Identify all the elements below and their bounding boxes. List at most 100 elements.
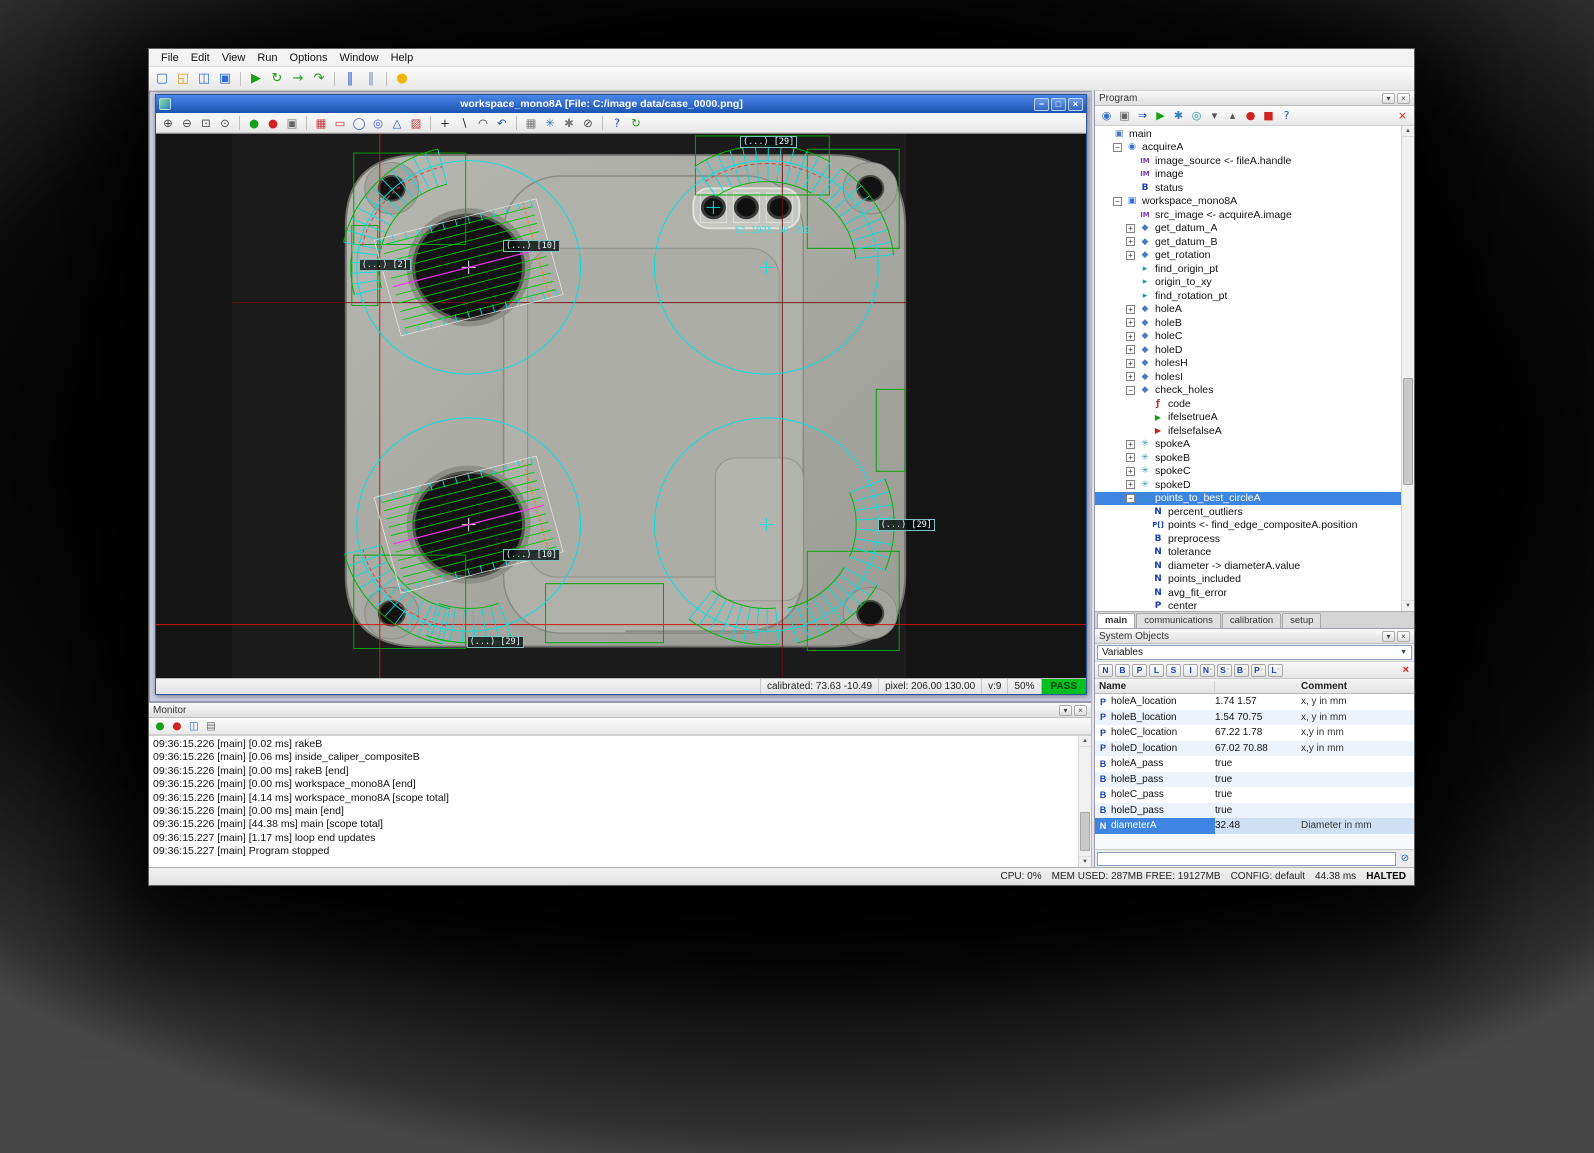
tree-item-spoked[interactable]: +✳spokeD [1095,478,1401,492]
new-icon[interactable]: ▢ [153,70,171,88]
camera-icon[interactable]: ▣ [284,115,300,131]
tree-item-main[interactable]: −▣main [1095,127,1401,141]
menu-file[interactable]: File [155,51,185,65]
menu-help[interactable]: Help [385,51,420,65]
minimize-button[interactable]: − [1034,98,1049,111]
tree-item-holesi[interactable]: +◆holesI [1095,370,1401,384]
tree-item-holeb[interactable]: +◆holeB [1095,316,1401,330]
variable-row-holeA_location[interactable]: PholeA_location1.74 1.57x, y in mm [1095,694,1414,710]
menu-options[interactable]: Options [284,51,334,65]
expand-icon[interactable]: + [1126,359,1135,368]
tree-item-holec[interactable]: +◆holeC [1095,330,1401,344]
variable-filter-input[interactable] [1097,852,1396,866]
run-program-icon[interactable]: ▶ [1153,108,1168,123]
filter-n[interactable]: N [1098,664,1113,677]
filter-b-array[interactable]: B▫ [1234,664,1249,677]
scroll-down-button[interactable]: ▼ [1079,856,1091,867]
variable-row-holeD_location[interactable]: PholeD_location67.02 70.88x,y in mm [1095,741,1414,757]
tree-item-get_datum_a[interactable]: +◆get_datum_A [1095,222,1401,236]
help-icon[interactable]: ? [1279,108,1294,123]
gear-icon[interactable]: ✱ [1171,108,1186,123]
expand-icon[interactable]: + [1126,467,1135,476]
filter-l-array[interactable]: L▫ [1268,664,1283,677]
tree-item-preprocess[interactable]: −Bpreprocess [1095,532,1401,546]
tree-item-points_included[interactable]: −Npoints_included [1095,573,1401,587]
filter-l[interactable]: L [1149,664,1164,677]
tree-item-find_rotation_pt[interactable]: −▸find_rotation_pt [1095,289,1401,303]
pause-icon[interactable]: ‖ [341,70,359,88]
breakpoint-icon[interactable]: ● [1243,108,1258,123]
menu-window[interactable]: Window [333,51,384,65]
tree-item-spokec[interactable]: +✳spokeC [1095,465,1401,479]
open-icon[interactable]: ◱ [174,70,192,88]
tree-item-center[interactable]: −Pcenter [1095,600,1401,612]
instruction-icon[interactable]: ◉ [1099,108,1114,123]
scrollbar-thumb[interactable] [1403,378,1413,485]
expand-icon[interactable]: + [1126,237,1135,246]
variable-row-holeC_pass[interactable]: BholeC_passtrue [1095,787,1414,803]
tree-item-holesh[interactable]: +◆holesH [1095,357,1401,371]
menu-run[interactable]: Run [251,51,283,65]
expand-icon[interactable]: + [1126,440,1135,449]
process-icon[interactable]: ✱ [561,115,577,131]
grid-icon[interactable]: ▦ [523,115,539,131]
save-icon[interactable]: ◫ [195,70,213,88]
column-comment[interactable]: Comment [1297,681,1414,692]
zoom-actual-icon[interactable]: ⊙ [217,115,233,131]
flow-icon[interactable]: ⇒ [1135,108,1150,123]
close-panel-button[interactable]: × [1397,93,1410,104]
tree-item-spokea[interactable]: +✳spokeA [1095,438,1401,452]
watch-icon[interactable]: ◎ [1189,108,1204,123]
tree-item-workspace_mono8a[interactable]: −▣workspace_mono8A [1095,195,1401,209]
info-icon[interactable]: ? [609,115,625,131]
vertical-scrollbar[interactable]: ▲ ▼ [1078,736,1091,867]
expand-icon[interactable]: + [1126,372,1135,381]
menu-edit[interactable]: Edit [185,51,216,65]
roi-new-icon[interactable]: ▦ [313,115,329,131]
tree-item-image_source[interactable]: −IMimage_source <- fileA.handle [1095,154,1401,168]
clear-filters-button[interactable]: × [1401,664,1411,676]
tree-item-ifelsetruea[interactable]: −▶ifelsetrueA [1095,411,1401,425]
zoom-fit-icon[interactable]: ⊡ [198,115,214,131]
run-loop-icon[interactable]: ↻ [268,70,286,88]
tab-setup[interactable]: setup [1282,613,1321,628]
run-icon[interactable]: ▶ [247,70,265,88]
scrollbar-thumb[interactable] [1080,812,1090,851]
roi-polygon-icon[interactable]: △ [389,115,405,131]
tab-calibration[interactable]: calibration [1222,613,1281,628]
variable-row-diameterA[interactable]: NdiameterA32.48Diameter in mm [1095,818,1414,834]
variable-row-holeB_location[interactable]: PholeB_location1.54 70.75x, y in mm [1095,710,1414,726]
line-tool-icon[interactable]: ∖ [456,115,472,131]
expand-icon[interactable]: + [1126,480,1135,489]
expand-all-icon[interactable]: ▾ [1207,108,1222,123]
expand-icon[interactable]: + [1126,318,1135,327]
tree-item-origin_to_xy[interactable]: −▸origin_to_xy [1095,276,1401,290]
search-icon[interactable]: ⊘ [1398,853,1412,864]
roi-annulus-icon[interactable]: ◎ [370,115,386,131]
variable-row-holeD_pass[interactable]: BholeD_passtrue [1095,803,1414,819]
halt-icon[interactable]: ■ [1261,108,1276,123]
tree-item-holed[interactable]: +◆holeD [1095,343,1401,357]
tree-item-avg_fit_error[interactable]: −Navg_fit_error [1095,586,1401,600]
tree-item-tolerance[interactable]: −Ntolerance [1095,546,1401,560]
collapse-icon[interactable]: − [1126,494,1135,503]
scroll-up-button[interactable]: ▲ [1402,126,1414,137]
filter-n-array[interactable]: N▫ [1200,664,1215,677]
tab-communications[interactable]: communications [1136,613,1221,628]
variable-row-holeB_pass[interactable]: BholeB_passtrue [1095,772,1414,788]
tree-item-image[interactable]: −IMimage [1095,168,1401,182]
expand-icon[interactable]: + [1126,305,1135,314]
sc roll-up-button[interactable]: ▲ [1079,736,1091,747]
tree-item-ifelsefalsea[interactable]: −▶ifelsefalseA [1095,424,1401,438]
tree-item-acquirea[interactable]: −◉acquireA [1095,141,1401,155]
filter-p[interactable]: P [1132,664,1147,677]
save-all-icon[interactable]: ▣ [216,70,234,88]
save-log-icon[interactable]: ◫ [187,719,201,733]
roi-mask-icon[interactable]: ▨ [408,115,424,131]
menu-view[interactable]: View [216,51,252,65]
variable-row-holeA_pass[interactable]: BholeA_passtrue [1095,756,1414,772]
vertical-scrollbar[interactable]: ▲ ▼ [1401,126,1414,611]
tree-item-points_to_best_circlea[interactable]: −◯points_to_best_circleA [1095,492,1401,506]
graphics-icon[interactable]: ✳ [542,115,558,131]
image-window-titlebar[interactable]: workspace_mono8A [File: C:/image data/ca… [156,95,1086,113]
